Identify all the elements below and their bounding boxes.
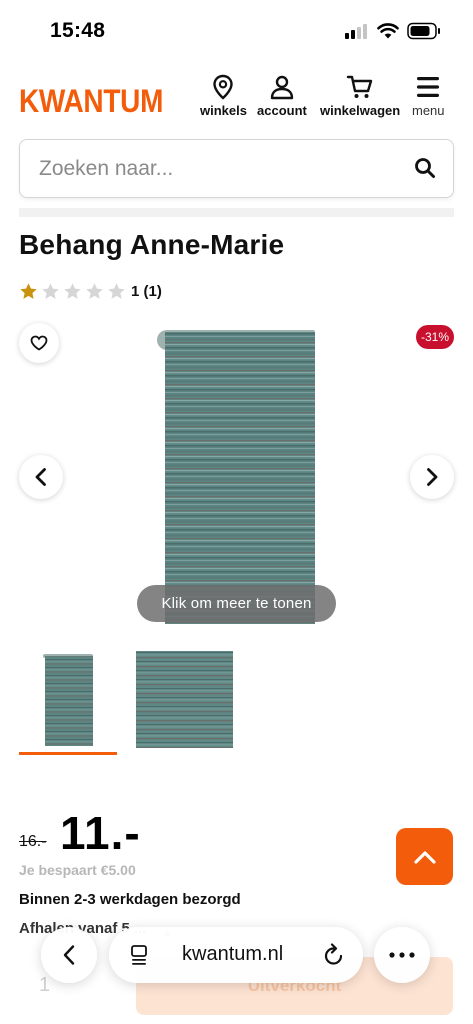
site-header: KWANTUM winkels account winkelwagen menu: [0, 60, 473, 138]
nav-label: menu: [412, 103, 445, 118]
product-rating[interactable]: 1 (1): [19, 282, 162, 301]
search-bar[interactable]: [19, 139, 454, 198]
nav-label: winkelwagen: [320, 103, 401, 118]
star-empty-icon: [86, 283, 103, 299]
nav-menu[interactable]: menu: [412, 74, 445, 118]
location-pin-icon: [213, 74, 234, 100]
star-empty-icon: [42, 283, 59, 299]
chevron-left-icon: [35, 468, 46, 486]
wallpaper-roll-image[interactable]: [165, 332, 315, 624]
scroll-to-top-button[interactable]: [396, 828, 453, 885]
user-icon: [270, 75, 294, 100]
page-menu-icon[interactable]: [129, 944, 149, 966]
browser-back-button[interactable]: [41, 927, 97, 983]
saving-text: Je bespaart €5.00: [19, 862, 136, 878]
search-icon[interactable]: [414, 157, 436, 179]
current-price: 11.-: [60, 807, 141, 859]
thumbnail-swatch[interactable]: [136, 651, 233, 748]
rating-count: 1 (1): [131, 283, 162, 300]
url-text: kwantum.nl: [182, 943, 284, 965]
nav-label: account: [257, 103, 307, 118]
product-gallery[interactable]: -31% Klik om meer te tonen: [0, 318, 473, 638]
gallery-next-button[interactable]: [410, 455, 454, 499]
reload-icon[interactable]: [323, 943, 345, 967]
cellular-signal-icon: [345, 24, 369, 39]
kwantum-logo[interactable]: KWANTUM: [19, 83, 163, 120]
favorite-button[interactable]: [19, 323, 59, 363]
chevron-up-icon: [413, 850, 436, 864]
thumbnail-roll[interactable]: [19, 650, 117, 750]
browser-url-bar[interactable]: kwantum.nl: [109, 927, 363, 983]
delivery-info: Binnen 2-3 werkdagen bezorgd: [19, 891, 241, 908]
hamburger-menu-icon: [417, 77, 440, 97]
chevron-right-icon: [427, 468, 438, 486]
nav-winkels[interactable]: winkels: [200, 74, 247, 118]
more-dots-icon: [389, 952, 415, 958]
star-filled-icon: [20, 283, 37, 299]
thumbnail-active-indicator: [19, 752, 117, 755]
discount-badge: -31%: [416, 325, 454, 349]
old-price: 16.-: [19, 833, 47, 850]
star-empty-icon: [64, 283, 81, 299]
browser-more-button[interactable]: [374, 927, 430, 983]
star-empty-icon: [108, 283, 125, 299]
nav-account[interactable]: account: [257, 74, 307, 118]
battery-icon: [407, 22, 440, 40]
gallery-prev-button[interactable]: [19, 455, 63, 499]
divider: [19, 208, 454, 217]
status-bar: 15:48: [0, 0, 473, 60]
shopping-cart-icon: [346, 75, 373, 98]
heart-icon: [30, 335, 48, 351]
product-title: Behang Anne-Marie: [19, 229, 285, 260]
status-time: 15:48: [50, 19, 106, 42]
nav-label: winkels: [200, 103, 247, 118]
search-input[interactable]: [39, 156, 399, 182]
gallery-hint[interactable]: Klik om meer te tonen: [137, 585, 336, 622]
chevron-left-icon: [63, 945, 75, 965]
wifi-icon: [377, 23, 399, 39]
nav-winkelwagen[interactable]: winkelwagen: [320, 74, 400, 118]
